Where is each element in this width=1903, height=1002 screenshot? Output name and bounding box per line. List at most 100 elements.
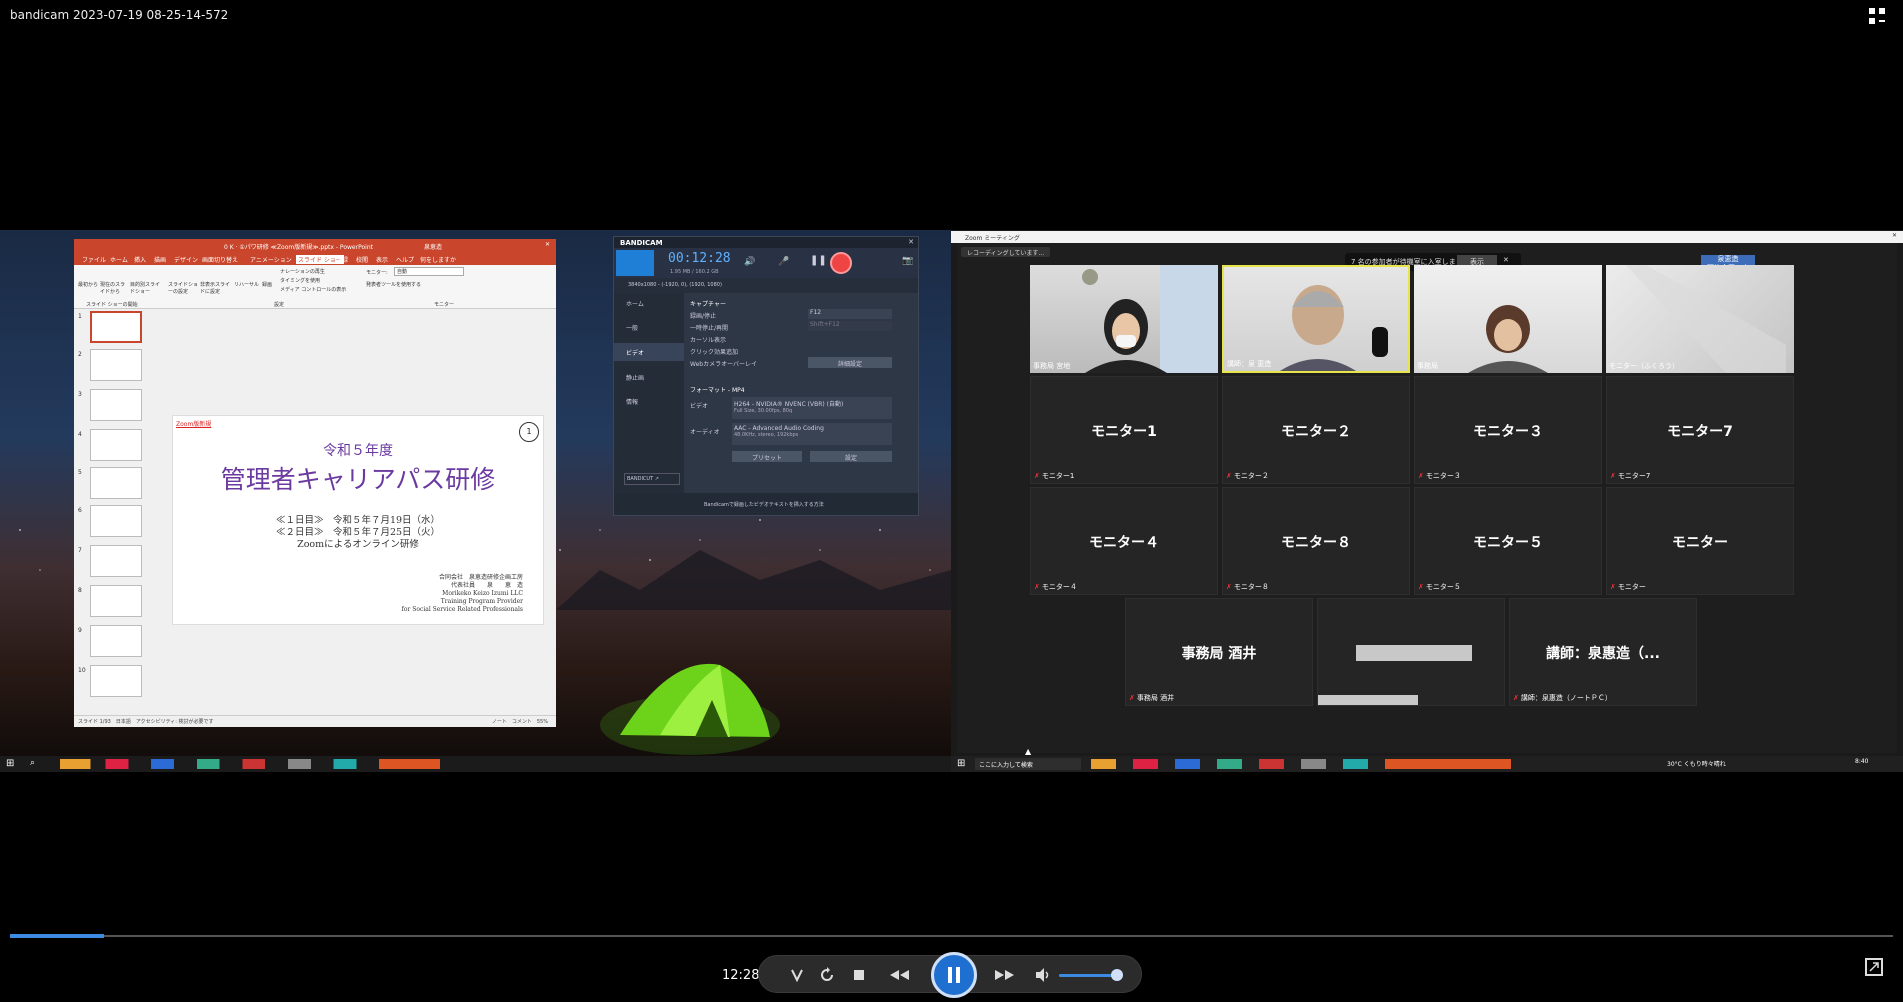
fullscreen-icon[interactable] — [1865, 958, 1883, 976]
ribbon-from-current[interactable]: 現在のスライドから — [100, 281, 126, 295]
repeat-icon[interactable] — [811, 956, 843, 994]
participant-tile[interactable]: モニター３ ✗ モニター３ — [1414, 376, 1602, 484]
menu-design[interactable]: デザイン — [174, 255, 198, 264]
sidebar-item-info[interactable]: 情報 — [626, 397, 638, 406]
fast-forward-icon[interactable] — [987, 956, 1023, 994]
bandicut-button[interactable]: BANDICUT ↗ — [624, 473, 680, 485]
zoom-title: Zoom ミーティング — [965, 235, 1020, 242]
speaker-icon[interactable]: 🔊 — [744, 257, 755, 267]
screen-mode-button[interactable] — [616, 250, 654, 276]
video-codec-box[interactable]: H264 - NVIDIA® NVENC (VBR) (自動) Full Siz… — [732, 397, 892, 419]
sidebar-item-image[interactable]: 静止画 — [626, 373, 644, 382]
slide-thumb[interactable] — [90, 349, 142, 381]
menu-draw[interactable]: 描画 — [154, 255, 166, 264]
preset-button[interactable]: プリセット — [732, 451, 802, 462]
slide-thumb[interactable] — [90, 389, 142, 421]
taskbar-search-input[interactable]: ここに入力して検索 — [975, 758, 1081, 770]
pause-icon[interactable]: ❚❚ — [810, 255, 827, 266]
pause-button[interactable] — [931, 952, 977, 998]
video-tile[interactable]: 事務局 — [1414, 265, 1602, 373]
option-pause[interactable]: 一時停止/再開 — [690, 323, 728, 332]
dismiss-icon[interactable]: ✕ — [1503, 256, 1509, 264]
layout-toggle-icon[interactable] — [1867, 6, 1887, 26]
hotkey-field[interactable]: F12 — [808, 309, 892, 319]
mic-icon[interactable]: 🎤 — [778, 257, 789, 267]
hotkey2-field[interactable]: Shift+F12 — [808, 321, 892, 331]
slide-thumb[interactable] — [90, 665, 142, 697]
option-webcam[interactable]: Webカメラオーバーレイ — [690, 359, 757, 368]
ab-repeat-icon[interactable] — [781, 956, 813, 994]
ribbon-timing[interactable]: タイミングを使用 — [280, 277, 320, 284]
volume-slider-handle[interactable] — [1111, 969, 1123, 981]
stop-icon[interactable] — [843, 956, 875, 994]
menu-animations[interactable]: アニメーション — [250, 255, 292, 264]
video-tile[interactable]: 事務局 宮地 — [1030, 265, 1218, 373]
zoom-close-icon[interactable]: ✕ — [1892, 232, 1897, 239]
slide-thumb[interactable] — [90, 625, 142, 657]
video-tile-active[interactable]: 講師：泉 恵造 — [1222, 265, 1410, 373]
menu-tell-me[interactable]: 何をしますか — [420, 255, 456, 264]
settings-button[interactable]: 設定 — [810, 451, 892, 462]
participant-tile[interactable]: 講師：泉惠造（... ✗ 講師：泉惠造（ノートＰＣ） — [1509, 598, 1697, 706]
bandicam-window[interactable]: BANDICAM ✕ 00:12:28 1.95 MB / 160.2 GB 🔊… — [613, 236, 919, 516]
option-record[interactable]: 録画/停止 — [690, 311, 716, 320]
right-taskbar-apps[interactable] — [1091, 759, 1511, 769]
participant-tile[interactable]: モニター7 ✗ モニター7 — [1606, 376, 1794, 484]
seek-bar[interactable] — [10, 935, 1893, 937]
menu-help[interactable]: ヘルプ — [396, 255, 414, 264]
participant-tile[interactable]: モニター４ ✗ モニター４ — [1030, 487, 1218, 595]
sidebar-item-video[interactable]: ビデオ — [626, 348, 644, 357]
ribbon-monitor-select[interactable]: 自動 — [394, 267, 464, 276]
ribbon-setup[interactable]: スライドショーの設定 — [168, 281, 198, 295]
slide-thumb[interactable] — [90, 585, 142, 617]
option-cursor[interactable]: カーソル表示 — [690, 335, 726, 344]
stop-record-button[interactable] — [830, 252, 852, 274]
menu-home[interactable]: ホーム — [110, 255, 128, 264]
detail-settings-button[interactable]: 詳細設定 — [808, 357, 892, 368]
rewind-icon[interactable] — [881, 956, 917, 994]
participant-tile[interactable]: モニター ✗ モニター — [1606, 487, 1794, 595]
slide-thumb[interactable] — [90, 429, 142, 461]
menu-review[interactable]: 校閲 — [356, 255, 368, 264]
ribbon-media-controls[interactable]: メディア コントロールの表示 — [280, 286, 346, 293]
ribbon-presenter-view[interactable]: 発表者ツールを使用する — [366, 281, 421, 288]
ppt-close-icon[interactable]: ✕ — [545, 241, 550, 248]
ribbon-from-start[interactable]: 最初から — [78, 281, 98, 288]
video-frame[interactable]: 0 K · ①パワ研修 ≪Zoom版新規≫.pptx - PowerPoint … — [0, 230, 1903, 772]
search-icon[interactable]: ⌕ — [30, 758, 35, 768]
bandicam-close-icon[interactable]: ✕ — [908, 238, 914, 246]
participant-tile[interactable]: モニター２ ✗ モニター２ — [1222, 376, 1410, 484]
menu-record[interactable]: 記録 — [336, 255, 348, 264]
slide-thumb[interactable] — [90, 545, 142, 577]
windows-start-icon[interactable]: ⊞ — [6, 758, 14, 769]
participant-tile[interactable]: モニター1 ✗ モニター1 — [1030, 376, 1218, 484]
volume-icon[interactable] — [1027, 956, 1059, 994]
powerpoint-window[interactable]: 0 K · ①パワ研修 ≪Zoom版新規≫.pptx - PowerPoint … — [74, 239, 556, 727]
camera-icon[interactable]: 📷 — [902, 256, 913, 266]
video-tile[interactable]: モニター（ふくろう） — [1606, 265, 1794, 373]
bandicam-footer-link[interactable]: Bandicamで録画したビデオテキストを挿入する方法 — [704, 501, 824, 508]
audio-codec-box[interactable]: AAC - Advanced Audio Coding 48.0KHz, ste… — [732, 423, 892, 445]
slide-thumb[interactable] — [90, 505, 142, 537]
ribbon-custom-show[interactable]: 目的別スライドショー — [130, 281, 160, 295]
participant-tile[interactable]: モニター５ ✗ モニター５ — [1414, 487, 1602, 595]
menu-transitions[interactable]: 画面切り替え — [202, 255, 238, 264]
ribbon-record[interactable]: 録画 — [262, 281, 272, 288]
option-click[interactable]: クリック効果追加 — [690, 347, 738, 356]
ribbon-rehearse[interactable]: リハーサル — [234, 281, 259, 288]
slide-canvas[interactable]: Zoom版新規 1 令和５年度 管理者キャリアパス研修 ≪１日目≫ 令和５年７月… — [172, 415, 544, 625]
slide-thumb[interactable] — [90, 311, 142, 343]
slide-thumb[interactable] — [90, 467, 142, 499]
participant-tile-redacted[interactable] — [1317, 598, 1505, 706]
left-taskbar-apps[interactable] — [60, 759, 440, 769]
menu-file[interactable]: ファイル — [82, 255, 106, 264]
participant-tile[interactable]: モニター８ ✗ モニター８ — [1222, 487, 1410, 595]
ribbon-narration[interactable]: ナレーションの再生 — [280, 268, 325, 275]
participant-tile[interactable]: 事務局 酒井 ✗ 事務局 酒井 — [1125, 598, 1313, 706]
menu-insert[interactable]: 挿入 — [134, 255, 146, 264]
windows-start-icon[interactable]: ⊞ — [957, 758, 965, 769]
sidebar-item-general[interactable]: 一般 — [626, 323, 638, 332]
ribbon-hide-slide[interactable]: 非表示スライドに設定 — [200, 281, 230, 295]
sidebar-item-home[interactable]: ホーム — [626, 299, 644, 308]
menu-view[interactable]: 表示 — [376, 255, 388, 264]
